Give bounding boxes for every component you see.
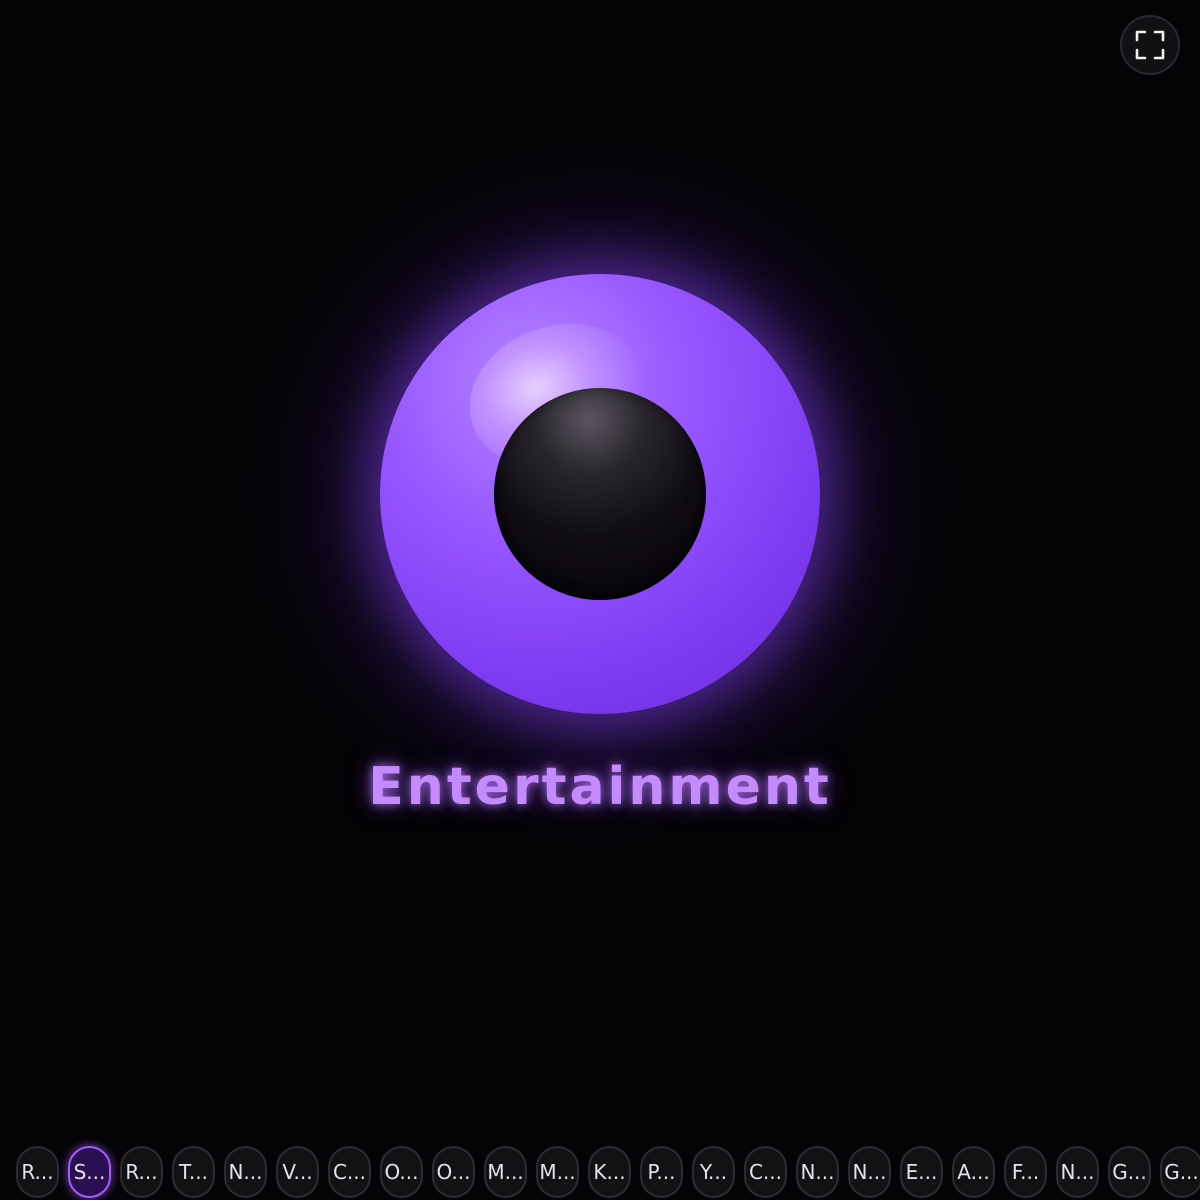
channel-chip[interactable]: M...: [484, 1146, 527, 1198]
brand-title: Entertainment: [368, 757, 832, 817]
channel-chip[interactable]: O...: [432, 1146, 475, 1198]
channel-chip[interactable]: G...: [1108, 1146, 1151, 1198]
fullscreen-button[interactable]: [1120, 15, 1180, 75]
channel-chip[interactable]: E...: [900, 1146, 943, 1198]
channel-chip[interactable]: N...: [224, 1146, 267, 1198]
channel-chip[interactable]: C...: [328, 1146, 371, 1198]
brand-logo: [380, 274, 820, 714]
channel-chip[interactable]: T...: [172, 1146, 215, 1198]
channel-chip[interactable]: N...: [848, 1146, 891, 1198]
channel-chip[interactable]: R...: [120, 1146, 163, 1198]
fullscreen-icon: [1135, 30, 1165, 60]
channel-chip[interactable]: N...: [796, 1146, 839, 1198]
channel-chip[interactable]: G...: [1160, 1146, 1200, 1198]
channel-chip[interactable]: S...: [68, 1146, 111, 1198]
channel-chip[interactable]: Y...: [692, 1146, 735, 1198]
logo-stage: Entertainment R... S... R... T... N... V…: [0, 0, 1200, 1200]
channel-chip[interactable]: M...: [536, 1146, 579, 1198]
channel-chip[interactable]: K...: [588, 1146, 631, 1198]
channel-chip[interactable]: P...: [640, 1146, 683, 1198]
channel-chip[interactable]: C...: [744, 1146, 787, 1198]
logo-center-hole: [494, 388, 706, 600]
channel-chip[interactable]: R...: [16, 1146, 59, 1198]
channel-chip[interactable]: A...: [952, 1146, 995, 1198]
channel-chip-bar: R... S... R... T... N... V... C... O... …: [16, 1146, 1200, 1198]
channel-chip[interactable]: O...: [380, 1146, 423, 1198]
channel-chip[interactable]: N...: [1056, 1146, 1099, 1198]
channel-chip[interactable]: F...: [1004, 1146, 1047, 1198]
channel-chip[interactable]: V...: [276, 1146, 319, 1198]
